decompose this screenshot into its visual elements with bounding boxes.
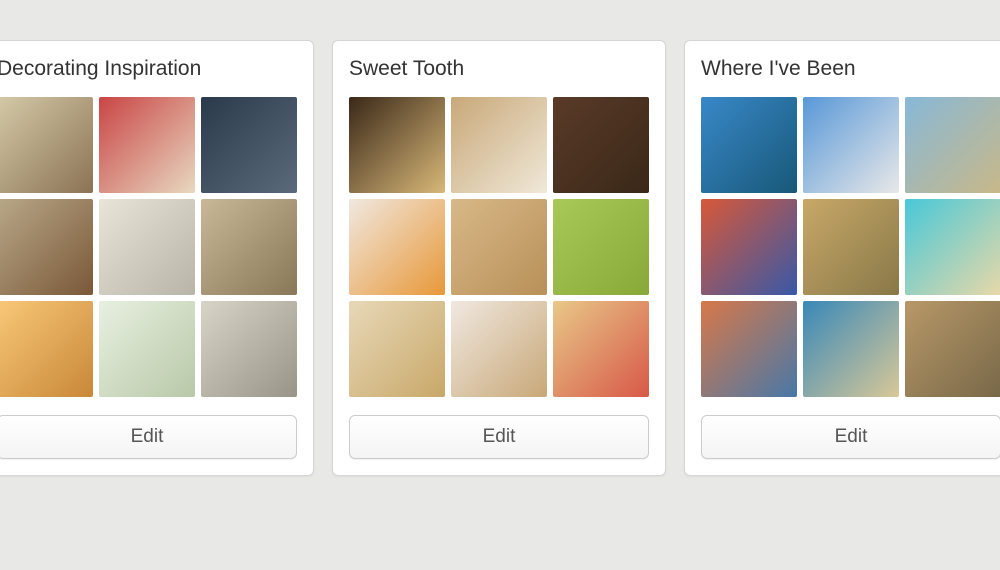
- pin-thumbnail[interactable]: [201, 301, 297, 397]
- pin-thumbnail[interactable]: [99, 199, 195, 295]
- edit-button[interactable]: Edit: [349, 415, 649, 459]
- pin-thumbnail[interactable]: [99, 301, 195, 397]
- thumbnail-grid: [349, 97, 649, 397]
- pin-thumbnail[interactable]: [803, 199, 899, 295]
- pin-thumbnail[interactable]: [0, 301, 93, 397]
- pin-thumbnail[interactable]: [349, 301, 445, 397]
- pin-thumbnail[interactable]: [553, 301, 649, 397]
- pin-thumbnail[interactable]: [905, 301, 1000, 397]
- pin-thumbnail[interactable]: [201, 97, 297, 193]
- pin-thumbnail[interactable]: [701, 199, 797, 295]
- pin-thumbnail[interactable]: [0, 199, 93, 295]
- pin-thumbnail[interactable]: [0, 97, 93, 193]
- pin-thumbnail[interactable]: [803, 301, 899, 397]
- board-card[interactable]: Sweet Tooth Edit: [332, 40, 666, 476]
- boards-container: Decorating Inspiration Edit Sweet Tooth: [0, 40, 1000, 476]
- pin-thumbnail[interactable]: [905, 199, 1000, 295]
- edit-button[interactable]: Edit: [0, 415, 297, 459]
- pin-thumbnail[interactable]: [803, 97, 899, 193]
- board-card[interactable]: Where I've Been Edit: [684, 40, 1000, 476]
- board-card[interactable]: Decorating Inspiration Edit: [0, 40, 314, 476]
- thumbnail-grid: [0, 97, 297, 397]
- pin-thumbnail[interactable]: [451, 97, 547, 193]
- edit-button[interactable]: Edit: [701, 415, 1000, 459]
- pin-thumbnail[interactable]: [701, 301, 797, 397]
- pin-thumbnail[interactable]: [451, 199, 547, 295]
- pin-thumbnail[interactable]: [553, 97, 649, 193]
- pin-thumbnail[interactable]: [553, 199, 649, 295]
- pin-thumbnail[interactable]: [349, 97, 445, 193]
- pin-thumbnail[interactable]: [905, 97, 1000, 193]
- board-title: Where I've Been: [701, 57, 1000, 81]
- pin-thumbnail[interactable]: [701, 97, 797, 193]
- pin-thumbnail[interactable]: [349, 199, 445, 295]
- pin-thumbnail[interactable]: [451, 301, 547, 397]
- board-title: Decorating Inspiration: [0, 57, 297, 81]
- pin-thumbnail[interactable]: [201, 199, 297, 295]
- board-title: Sweet Tooth: [349, 57, 649, 81]
- pin-thumbnail[interactable]: [99, 97, 195, 193]
- thumbnail-grid: [701, 97, 1000, 397]
